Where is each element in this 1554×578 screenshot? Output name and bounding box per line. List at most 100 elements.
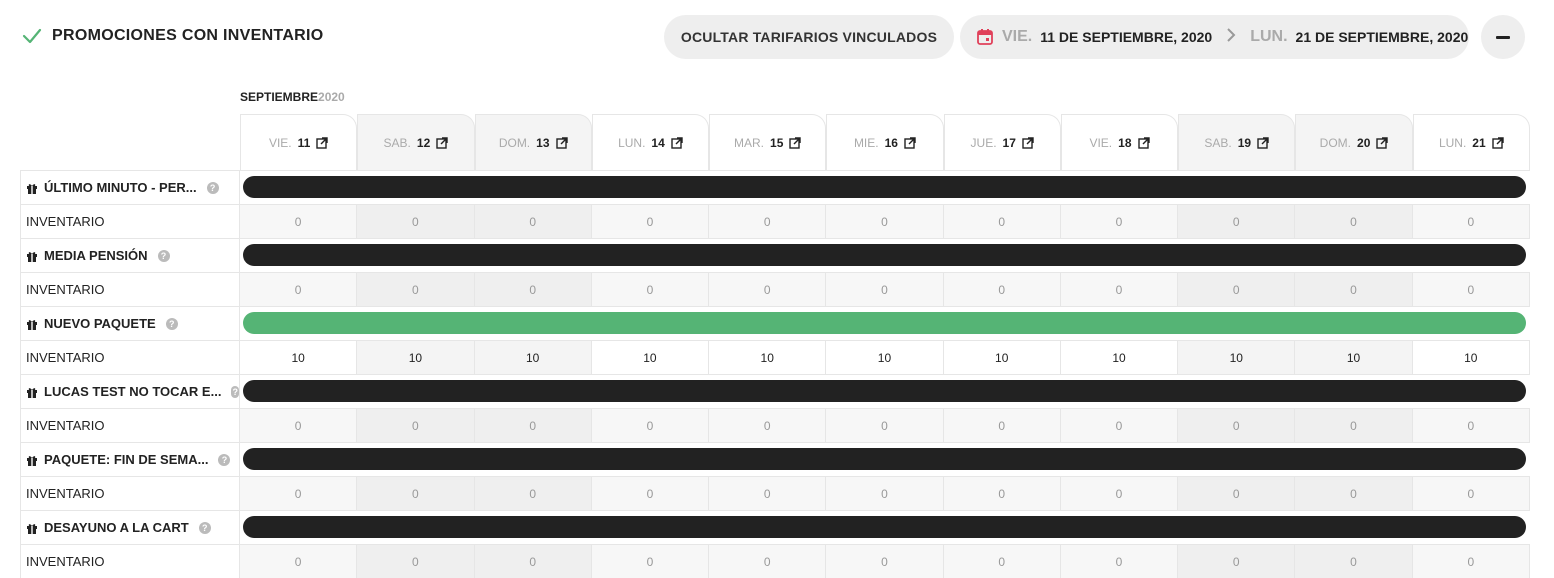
help-icon[interactable]: ? [165, 317, 178, 330]
inventory-cell[interactable]: 0 [944, 545, 1061, 578]
inventory-cell[interactable]: 0 [1178, 477, 1296, 510]
inventory-cell[interactable]: 0 [826, 205, 944, 238]
inventory-cell[interactable]: 10 [357, 341, 475, 374]
inventory-cell[interactable]: 0 [709, 477, 827, 510]
inventory-cell[interactable]: 0 [709, 409, 827, 442]
inventory-cell[interactable]: 10 [826, 341, 944, 374]
promotion-label[interactable]: LUCAS TEST NO TOCAR E...? [20, 375, 240, 408]
collapse-button[interactable] [1481, 15, 1525, 59]
inventory-cell[interactable]: 0 [474, 409, 592, 442]
help-icon[interactable]: ? [198, 521, 211, 534]
inventory-cell[interactable]: 0 [240, 545, 358, 578]
inventory-cell[interactable]: 0 [240, 409, 358, 442]
inventory-cell[interactable]: 0 [474, 205, 592, 238]
help-icon[interactable]: ? [218, 453, 231, 466]
external-link-icon[interactable] [1137, 136, 1150, 149]
external-link-icon[interactable] [1491, 136, 1504, 149]
date-range-selector[interactable]: VIE. 11 DE SEPTIEMBRE, 2020 LUN. 21 DE S… [960, 15, 1469, 59]
start-date[interactable]: 11 DE SEPTIEMBRE, 2020 [1040, 29, 1212, 45]
inventory-cell[interactable]: 0 [826, 545, 944, 578]
help-icon[interactable]: ? [231, 385, 239, 398]
promotion-label[interactable]: DESAYUNO A LA CART? [20, 511, 240, 544]
status-bar-inactive[interactable] [243, 448, 1526, 470]
end-date[interactable]: 21 DE SEPTIEMBRE, 2020 [1296, 29, 1469, 45]
external-link-icon[interactable] [789, 136, 802, 149]
inventory-cell[interactable]: 0 [1295, 477, 1413, 510]
inventory-cell[interactable]: 0 [1413, 205, 1530, 238]
inventory-cell[interactable]: 0 [474, 545, 592, 578]
inventory-cell[interactable]: 0 [944, 409, 1061, 442]
inventory-cell[interactable]: 0 [826, 477, 944, 510]
inventory-cell[interactable]: 0 [1178, 409, 1296, 442]
external-link-icon[interactable] [316, 136, 329, 149]
external-link-icon[interactable] [1257, 136, 1269, 149]
inventory-cell[interactable]: 10 [1178, 341, 1296, 374]
inventory-cell[interactable]: 0 [474, 273, 592, 306]
external-link-icon[interactable] [904, 136, 916, 149]
promotion-label[interactable]: ÚLTIMO MINUTO - PER...? [20, 171, 240, 204]
inventory-cell[interactable]: 0 [357, 477, 475, 510]
external-link-icon[interactable] [555, 136, 568, 149]
status-bar-inactive[interactable] [243, 516, 1526, 538]
status-bar-active[interactable] [243, 312, 1526, 334]
promotion-label[interactable]: NUEVO PAQUETE? [20, 307, 240, 340]
inventory-cell[interactable]: 0 [1413, 545, 1530, 578]
external-link-icon[interactable] [436, 136, 448, 149]
external-link-icon[interactable] [671, 136, 683, 149]
inventory-cell[interactable]: 0 [240, 273, 358, 306]
inventory-cell[interactable]: 0 [1061, 409, 1179, 442]
inventory-cell[interactable]: 10 [240, 341, 358, 374]
inventory-cell[interactable]: 0 [474, 477, 592, 510]
inventory-cell[interactable]: 0 [1295, 273, 1413, 306]
inventory-cell[interactable]: 0 [944, 477, 1061, 510]
external-link-icon[interactable] [1376, 136, 1389, 149]
help-icon[interactable]: ? [206, 181, 219, 194]
inventory-cell[interactable]: 0 [709, 273, 827, 306]
inventory-cell[interactable]: 0 [1178, 273, 1296, 306]
inventory-cell[interactable]: 0 [826, 273, 944, 306]
inventory-cell[interactable]: 10 [1295, 341, 1413, 374]
promotion-label[interactable]: PAQUETE: FIN DE SEMA...? [20, 443, 240, 476]
inventory-cell[interactable]: 10 [709, 341, 827, 374]
inventory-cell[interactable]: 0 [592, 477, 710, 510]
inventory-cell[interactable]: 0 [1061, 205, 1179, 238]
inventory-cell[interactable]: 10 [592, 341, 710, 374]
inventory-cell[interactable]: 0 [592, 409, 710, 442]
inventory-cell[interactable]: 0 [1178, 545, 1296, 578]
hide-linked-rates-button[interactable]: OCULTAR TARIFARIOS VINCULADOS [664, 15, 954, 59]
inventory-cell[interactable]: 0 [709, 205, 827, 238]
inventory-cell[interactable]: 0 [1061, 273, 1179, 306]
inventory-cell[interactable]: 0 [592, 545, 710, 578]
inventory-cell[interactable]: 0 [1413, 409, 1530, 442]
inventory-cell[interactable]: 10 [1061, 341, 1179, 374]
status-bar-inactive[interactable] [243, 380, 1526, 402]
inventory-cell[interactable]: 0 [1061, 545, 1179, 578]
inventory-cell[interactable]: 10 [1413, 341, 1530, 374]
inventory-cell[interactable]: 0 [357, 273, 475, 306]
inventory-cell[interactable]: 0 [1178, 205, 1296, 238]
inventory-cell[interactable]: 0 [1413, 273, 1530, 306]
inventory-cell[interactable]: 10 [474, 341, 592, 374]
inventory-cell[interactable]: 0 [1295, 205, 1413, 238]
inventory-cell[interactable]: 0 [240, 205, 358, 238]
inventory-cell[interactable]: 0 [826, 409, 944, 442]
inventory-cell[interactable]: 0 [1413, 477, 1530, 510]
status-bar-inactive[interactable] [243, 244, 1526, 266]
inventory-cell[interactable]: 0 [1295, 545, 1413, 578]
external-link-icon[interactable] [1022, 136, 1034, 149]
inventory-cell[interactable]: 0 [1295, 409, 1413, 442]
inventory-cell[interactable]: 10 [944, 341, 1061, 374]
inventory-cell[interactable]: 0 [592, 273, 710, 306]
status-bar-inactive[interactable] [243, 176, 1526, 198]
help-icon[interactable]: ? [157, 249, 170, 262]
inventory-cell[interactable]: 0 [592, 205, 710, 238]
inventory-cell[interactable]: 0 [1061, 477, 1179, 510]
inventory-cell[interactable]: 0 [357, 545, 475, 578]
inventory-cell[interactable]: 0 [240, 477, 358, 510]
inventory-cell[interactable]: 0 [357, 205, 475, 238]
inventory-cell[interactable]: 0 [357, 409, 475, 442]
inventory-cell[interactable]: 0 [709, 545, 827, 578]
promotion-label[interactable]: MEDIA PENSIÓN? [20, 239, 240, 272]
inventory-cell[interactable]: 0 [944, 205, 1061, 238]
inventory-cell[interactable]: 0 [944, 273, 1061, 306]
